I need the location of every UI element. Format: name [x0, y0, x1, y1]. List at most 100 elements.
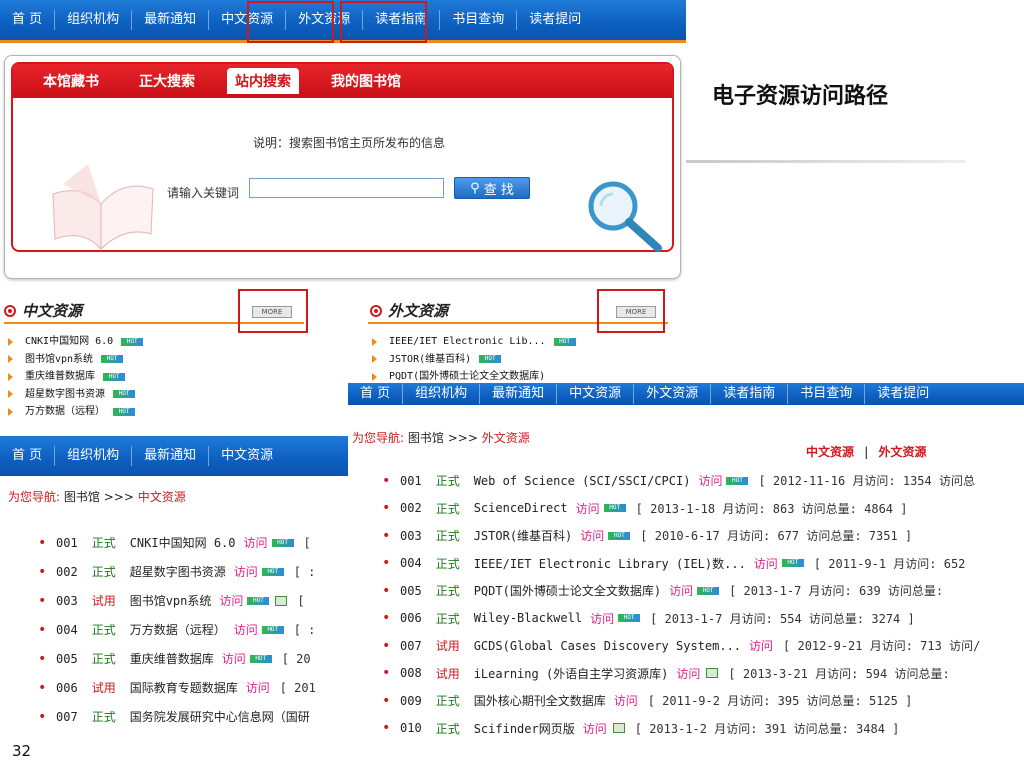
row-name[interactable]: 国际教育专题数据库 [130, 679, 238, 696]
arrow-icon [8, 337, 13, 346]
row-name[interactable]: 万方数据（远程） [130, 621, 226, 638]
nav-home[interactable]: 首 页 [348, 384, 402, 404]
search-button[interactable]: ⚲ 查 找 [454, 177, 530, 199]
list-item[interactable]: 重庆维普数据库 HOT [8, 368, 143, 386]
nav-organization[interactable]: 组织机构 [402, 384, 479, 404]
hot-badge: HOT [608, 531, 631, 540]
visit-link[interactable]: 访问 [583, 720, 607, 737]
switch-foreign-link[interactable]: 外文资源 [878, 445, 926, 459]
nav-chinese-resources[interactable]: 中文资源 [556, 384, 633, 404]
search-note: 说明：搜索图书馆主页所发布的信息 [253, 136, 446, 150]
row-status: 试用 [435, 666, 460, 681]
visit-link[interactable]: 访问 [244, 534, 268, 551]
list-item[interactable]: IEEE/IET Electronic Lib... HOT [372, 333, 576, 351]
row-status: 正式 [91, 652, 116, 666]
visit-link[interactable]: 访问 [222, 650, 246, 667]
nav-foreign-resources[interactable]: 外文资源 [633, 384, 710, 404]
visit-link[interactable]: 访问 [676, 665, 700, 682]
foreign-section-label: 外文资源 [388, 302, 449, 320]
visit-link[interactable]: 访问 [614, 692, 638, 709]
tab-zhengda-search[interactable]: 正大搜索 [131, 68, 203, 94]
visit-link[interactable]: 访问 [698, 472, 722, 489]
row-name[interactable]: CNKI中国知网 6.0 [130, 534, 236, 551]
foreign-panel-nav: 首 页 组织机构 最新通知 中文资源 外文资源 读者指南 书目查询 读者提问 [348, 383, 1024, 405]
arrow-icon [372, 355, 377, 364]
row-name[interactable]: Web of Science (SCI/SSCI/CPCI) [474, 474, 691, 488]
tab-library-collection[interactable]: 本馆藏书 [35, 68, 107, 94]
nav-news[interactable]: 最新通知 [479, 384, 556, 404]
visit-link[interactable]: 访问 [246, 679, 270, 696]
chinese-resources-panel: 首 页 组织机构 最新通知 中文资源 为您导航: 图书馆 >>> 中文资源 • 0… [0, 436, 348, 736]
row-name[interactable]: 图书馆vpn系统 [130, 592, 212, 609]
nav-catalog-search[interactable]: 书目查询 [787, 384, 864, 404]
row-status: 正式 [91, 536, 116, 550]
nav-home[interactable]: 首 页 [0, 10, 54, 30]
hot-badge: HOT [726, 476, 749, 485]
row-name[interactable]: PQDT(国外博硕士论文全文数据库) [474, 582, 661, 599]
hot-badge: HOT [261, 567, 284, 576]
visit-link[interactable]: 访问 [219, 592, 243, 609]
row-status: 正式 [435, 611, 460, 626]
breadcrumb-library[interactable]: 图书馆 [408, 431, 444, 445]
nav-reader-questions[interactable]: 读者提问 [864, 384, 941, 404]
tab-my-library[interactable]: 我的图书馆 [323, 68, 409, 94]
visit-link[interactable]: 访问 [749, 637, 773, 654]
row-name[interactable]: 国务院发展研究中心信息网（国研 [130, 708, 310, 725]
visit-link[interactable]: 访问 [590, 610, 614, 627]
nav-organization[interactable]: 组织机构 [54, 446, 131, 466]
row-name[interactable]: IEEE/IET Electronic Library (IEL)数... [474, 555, 746, 572]
breadcrumb-library[interactable]: 图书馆 [64, 490, 100, 504]
list-item[interactable]: JSTOR(维基百科) HOT [372, 351, 576, 369]
row-name[interactable]: GCDS(Global Cases Discovery System... [474, 639, 741, 653]
breadcrumb-separator: >>> [447, 431, 478, 445]
row-number: 008 [400, 666, 422, 681]
hot-badge: HOT [121, 337, 144, 346]
switch-separator: | [864, 445, 869, 459]
foreign-section-title: 外文资源 [370, 300, 448, 321]
visit-link[interactable]: 访问 [669, 582, 693, 599]
row-meta: [ 20 [281, 651, 311, 666]
table-row: • 003 正式 JSTOR(维基百科) 访问 HOT[ 2010-6-17 月访问: 6… [382, 527, 913, 544]
search-button-label: 查 找 [483, 182, 514, 198]
nav-reader-questions[interactable]: 读者提问 [516, 10, 593, 30]
row-number: 006 [56, 680, 78, 695]
list-item[interactable]: 图书馆vpn系统 HOT [8, 351, 143, 369]
table-row: • 010 正式 Scifinder网页版 访问[ 2013-1-2 月访问: 391 … [382, 720, 900, 737]
row-number: 007 [400, 638, 422, 653]
nav-reader-guide[interactable]: 读者指南 [710, 384, 787, 404]
list-item[interactable]: 超星数字图书资源 HOT [8, 386, 143, 404]
row-name[interactable]: iLearning (外语自主学习资源库) [474, 665, 669, 682]
row-name[interactable]: 国外核心期刊全文数据库 [474, 692, 606, 709]
foreign-db-list: • 001 正式 Web of Science (SCI/SSCI/CPCI) 访问 HO… [382, 467, 980, 742]
visit-link[interactable]: 访问 [234, 563, 258, 580]
list-item[interactable]: CNKI中国知网 6.0 HOT [8, 333, 144, 351]
arrow-icon [8, 407, 13, 416]
hot-badge: HOT [261, 625, 284, 634]
visit-link[interactable]: 访问 [754, 555, 778, 572]
tab-site-search[interactable]: 站内搜索 [227, 68, 299, 94]
row-number: 001 [56, 535, 78, 550]
row-number: 006 [400, 611, 422, 626]
row-name[interactable]: JSTOR(维基百科) [474, 527, 573, 544]
row-name[interactable]: 重庆维普数据库 [130, 650, 214, 667]
visit-link[interactable]: 访问 [576, 500, 600, 517]
row-name[interactable]: Wiley-Blackwell [474, 611, 582, 625]
nav-chinese-resources[interactable]: 中文资源 [208, 446, 285, 466]
row-name[interactable]: Scifinder网页版 [474, 720, 575, 737]
nav-news[interactable]: 最新通知 [131, 10, 208, 30]
library-search-box: 本馆藏书 正大搜索 站内搜索 我的图书馆 说明：搜索图书馆主页所发布的信息 请输… [4, 55, 681, 279]
visit-link[interactable]: 访问 [580, 527, 604, 544]
nav-home[interactable]: 首 页 [0, 446, 54, 466]
list-item[interactable]: 万方数据（远程） HOT [8, 403, 143, 421]
switch-chinese-link[interactable]: 中文资源 [806, 445, 854, 459]
page-title: 电子资源访问路径 [712, 84, 889, 109]
nav-organization[interactable]: 组织机构 [54, 10, 131, 30]
visit-link[interactable]: 访问 [234, 621, 258, 638]
hot-badge: HOT [781, 559, 804, 568]
row-meta: [ 2013-1-7 月访问: 639 访问总量: [729, 584, 944, 599]
row-name[interactable]: 超星数字图书资源 [130, 563, 226, 580]
nav-news[interactable]: 最新通知 [131, 446, 208, 466]
row-name[interactable]: ScienceDirect [474, 501, 568, 515]
nav-catalog-search[interactable]: 书目查询 [439, 10, 516, 30]
keyword-input[interactable] [249, 178, 444, 198]
